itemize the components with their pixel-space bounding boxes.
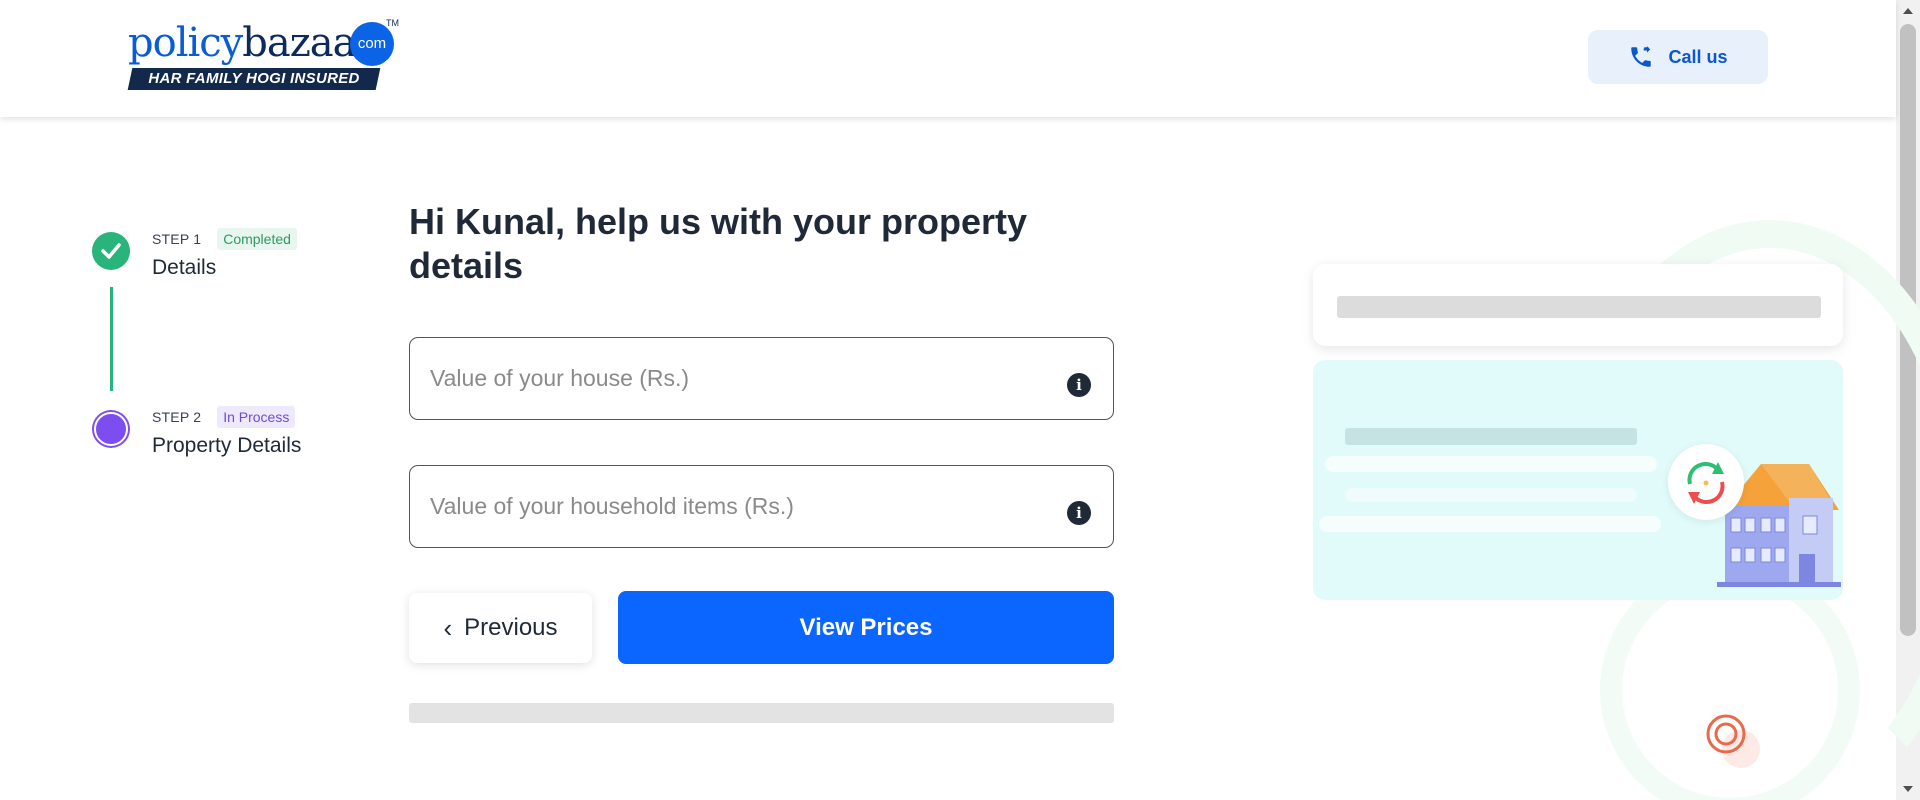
step-title: Details	[152, 256, 217, 279]
logo-wordmark: policybazaar	[128, 20, 375, 66]
target-icon	[1706, 714, 1746, 754]
step-completed-check-icon	[92, 232, 130, 270]
call-us-button[interactable]: Call us	[1588, 30, 1768, 84]
skeleton-line	[1345, 428, 1637, 445]
household-items-field[interactable]: i	[409, 465, 1114, 548]
step-title: Property Details	[152, 434, 302, 457]
logo-trademark: TM	[386, 18, 399, 28]
step-2-text: STEP 2 In Process Property Details	[152, 406, 372, 458]
loading-skeleton-bar	[409, 703, 1114, 723]
step-number: STEP 2	[152, 409, 202, 425]
chevron-left-icon: ‹	[443, 613, 453, 643]
previous-label: Previous	[464, 614, 558, 641]
house-value-input[interactable]	[430, 358, 1030, 398]
skeleton-line	[1319, 516, 1661, 532]
logo-com-badge: com	[350, 22, 394, 66]
step-number: STEP 1	[152, 231, 202, 247]
scroll-down-arrow-icon[interactable]	[1903, 786, 1913, 792]
scroll-up-arrow-icon[interactable]	[1903, 8, 1913, 14]
household-items-input[interactable]	[430, 486, 1030, 526]
page-title: Hi Kunal, help us with your property det…	[409, 201, 1028, 286]
phone-transfer-icon	[1631, 46, 1652, 67]
top-header: policybazaar com TM HAR FAMILY HOGI INSU…	[0, 0, 1896, 117]
info-icon[interactable]: i	[1067, 501, 1091, 525]
skeleton-line	[1325, 456, 1657, 472]
refresh-cycle-icon	[1668, 444, 1744, 520]
house-value-field[interactable]: i	[409, 337, 1114, 420]
policybazaar-logo[interactable]: policybazaar com TM HAR FAMILY HOGI INSU…	[127, 18, 400, 92]
illustration-card	[1313, 360, 1843, 600]
skeleton-line	[1345, 488, 1637, 502]
step-in-process-dot-icon	[94, 412, 128, 446]
previous-button[interactable]: ‹ Previous	[409, 593, 592, 663]
status-badge: In Process	[217, 406, 296, 428]
status-badge: Completed	[217, 228, 297, 250]
step-1-text: STEP 1 Completed Details	[152, 228, 372, 280]
call-us-label: Call us	[1668, 46, 1728, 67]
info-icon[interactable]: i	[1067, 373, 1091, 397]
view-prices-button[interactable]: View Prices	[618, 591, 1114, 664]
skeleton-line	[1337, 296, 1821, 318]
skeleton-card	[1313, 264, 1843, 346]
step-connector-line	[110, 287, 113, 391]
logo-tagline: HAR FAMILY HOGI INSURED	[127, 68, 381, 90]
